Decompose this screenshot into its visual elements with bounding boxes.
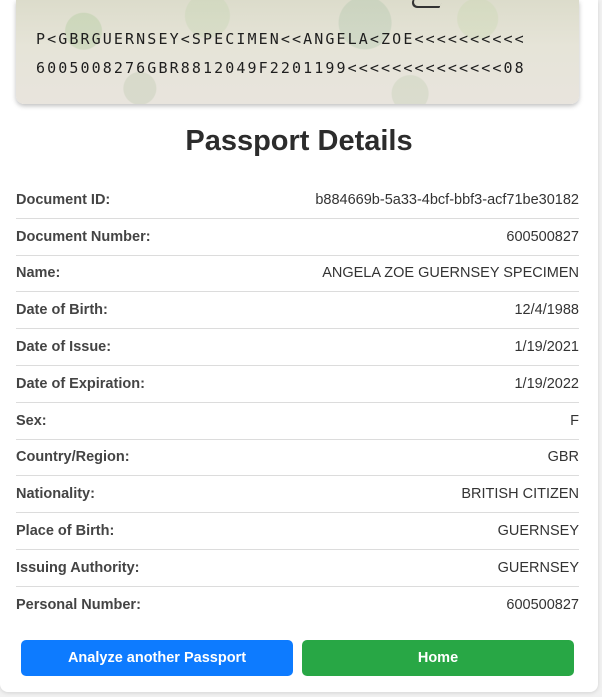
detail-row-nationality: Nationality: BRITISH CITIZEN (16, 476, 579, 514)
detail-label: Date of Birth: (16, 302, 108, 319)
detail-label: Personal Number: (16, 597, 141, 614)
analyze-another-passport-button[interactable]: Analyze another Passport (21, 640, 293, 676)
detail-label: Country/Region: (16, 449, 130, 466)
detail-label: Date of Issue: (16, 339, 112, 356)
detail-label: Document Number: (16, 228, 151, 245)
detail-row-country-region: Country/Region: GBR (16, 440, 579, 477)
detail-row-date-of-birth: Date of Birth: 12/4/1988 (16, 292, 579, 330)
detail-row-sex: Sex: F (16, 403, 579, 440)
detail-label: Issuing Authority: (16, 559, 140, 576)
detail-value: GBR (547, 449, 579, 466)
detail-label: Nationality: (16, 486, 95, 503)
details-list: Document ID: b884669b-5a33-4bcf-bbf3-acf… (16, 182, 579, 624)
detail-row-personal-number: Personal Number: 600500827 (16, 587, 579, 624)
passport-image: P<GBRGUERNSEY<SPECIMEN<<ANGELA<ZOE<<<<<<… (16, 0, 579, 104)
detail-value: b884669b-5a33-4bcf-bbf3-acf71be30182 (315, 191, 579, 208)
detail-value: F (570, 412, 579, 429)
detail-value: GUERNSEY (497, 523, 579, 540)
detail-value: 600500827 (506, 597, 579, 614)
mrz-line-1: P<GBRGUERNSEY<SPECIMEN<<ANGELA<ZOE<<<<<<… (36, 30, 526, 48)
detail-row-issuing-authority: Issuing Authority: GUERNSEY (16, 550, 579, 587)
detail-label: Name: (16, 265, 61, 282)
detail-row-document-id: Document ID: b884669b-5a33-4bcf-bbf3-acf… (16, 182, 579, 219)
detail-label: Date of Expiration: (16, 375, 145, 392)
detail-value: GUERNSEY (497, 559, 579, 576)
detail-value: BRITISH CITIZEN (461, 486, 579, 503)
detail-value: ANGELA ZOE GUERNSEY SPECIMEN (322, 265, 579, 282)
detail-row-name: Name: ANGELA ZOE GUERNSEY SPECIMEN (16, 256, 579, 293)
mrz-line-2: 6005008276GBR8812049F2201199<<<<<<<<<<<<… (36, 59, 526, 77)
detail-row-date-of-issue: Date of Issue: 1/19/2021 (16, 329, 579, 366)
detail-value: 600500827 (506, 228, 579, 245)
detail-row-document-number: Document Number: 600500827 (16, 219, 579, 256)
detail-label: Sex: (16, 412, 47, 429)
detail-label: Place of Birth: (16, 523, 115, 540)
page-title: Passport Details (185, 125, 413, 157)
detail-value: 12/4/1988 (514, 302, 579, 319)
home-button[interactable]: Home (302, 640, 574, 676)
detail-label: Document ID: (16, 191, 111, 208)
detail-value: 1/19/2022 (514, 375, 579, 392)
detail-row-date-of-expiration: Date of Expiration: 1/19/2022 (16, 366, 579, 403)
passport-details-card: P<GBRGUERNSEY<SPECIMEN<<ANGELA<ZOE<<<<<<… (0, 0, 598, 692)
signature-mark (409, 0, 443, 8)
detail-value: 1/19/2021 (514, 339, 579, 356)
detail-row-place-of-birth: Place of Birth: GUERNSEY (16, 513, 579, 550)
